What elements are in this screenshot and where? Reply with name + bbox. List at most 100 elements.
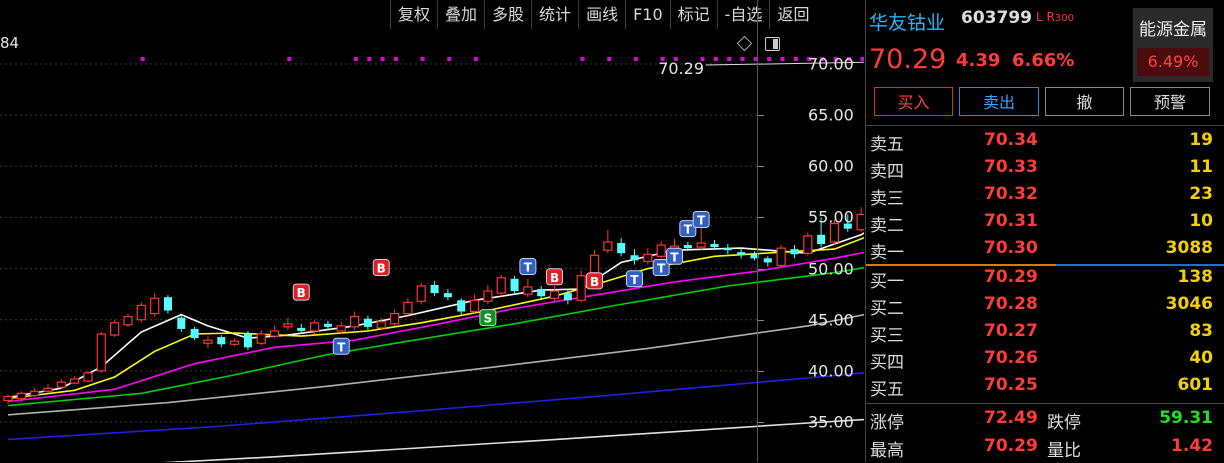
candle-body: [376, 321, 386, 329]
ask-row-5[interactable]: 卖五 70.34 19: [866, 130, 1224, 157]
bid-price: 70.26: [984, 348, 1038, 368]
candle-body: [256, 333, 266, 344]
candle-body: [389, 312, 400, 325]
ask-label: 卖一: [870, 243, 904, 263]
bid-label: 买五: [870, 380, 904, 400]
overlay-button[interactable]: 叠加: [437, 0, 484, 29]
signal-marker-label: T: [524, 261, 533, 275]
ask-volume: 10: [1189, 211, 1213, 231]
signal-marker-label: T: [684, 223, 693, 237]
candle-body: [43, 387, 53, 392]
ask-volume: 11: [1189, 157, 1213, 177]
sell-button[interactable]: 卖出: [959, 87, 1039, 116]
last-price: 70.29: [869, 44, 947, 75]
candle-body: [56, 381, 66, 388]
candle-body: [177, 317, 186, 329]
candle-body: [83, 372, 93, 382]
signal-dot: [140, 57, 145, 61]
candle-body: [217, 337, 226, 345]
candle-body: [110, 322, 120, 336]
candle-body: [416, 285, 426, 302]
mark-button[interactable]: 标记: [669, 0, 717, 29]
candle-body: [403, 301, 413, 315]
kline-chart[interactable]: BBBBSSTTTTTTTT70.29: [0, 0, 864, 462]
bid-row-4[interactable]: 买四 70.26 40: [866, 348, 1224, 375]
candle-body: [430, 284, 439, 294]
signal-dot: [740, 57, 745, 61]
candle-body: [549, 290, 560, 299]
signal-marker-label: B: [550, 271, 559, 285]
signal-dot: [353, 57, 358, 61]
candle-body: [297, 327, 306, 331]
multi-stock-button[interactable]: 多股: [484, 0, 531, 29]
price-axis-label: 40.00: [808, 361, 854, 381]
candle-body: [323, 323, 332, 327]
restore-rights-button[interactable]: 复权: [390, 0, 437, 29]
ask-price: 70.34: [984, 130, 1038, 150]
buy-button[interactable]: 买入: [874, 87, 953, 116]
candle-body: [203, 339, 213, 344]
bid-price: 70.25: [984, 375, 1038, 395]
ask-volume: 19: [1189, 130, 1213, 150]
bid-volume: 3046: [1165, 294, 1213, 314]
ma-line-ma60: [7, 313, 864, 416]
price-axis-tick: [758, 422, 764, 423]
candle-body: [443, 293, 452, 298]
price-axis-tick: [758, 217, 764, 219]
candle-body: [16, 392, 26, 400]
price-axis-label: 70.00: [808, 54, 854, 74]
alert-button[interactable]: 预警: [1130, 87, 1210, 116]
signal-marker-label: S: [484, 312, 493, 326]
last-price-annotation: 70.29: [658, 59, 704, 78]
price-axis-label: 55.00: [808, 207, 854, 227]
candle-body: [563, 293, 572, 301]
candle-body: [630, 255, 639, 261]
bid-row-2[interactable]: 买二 70.28 3046: [866, 294, 1224, 321]
candle-body: [3, 395, 13, 402]
kline-chart-area[interactable]: BBBBSSTTTTTTTT70.29 84 复权 叠加 多股 统计 画线 F1…: [0, 0, 864, 462]
candle-body: [483, 290, 493, 302]
sector-box[interactable]: 能源金属 6.49%: [1133, 8, 1213, 82]
candle-body: [309, 322, 320, 332]
candle-body: [190, 328, 199, 339]
high-value: 70.29: [984, 436, 1038, 456]
ask-row-3[interactable]: 卖三 70.32 23: [866, 184, 1224, 211]
candle-body: [243, 334, 252, 348]
ask-row-2[interactable]: 卖二 70.31 10: [866, 211, 1224, 238]
bid-row-5[interactable]: 买五 70.25 601: [866, 375, 1224, 402]
cancel-order-button[interactable]: 撤: [1045, 87, 1124, 116]
price-axis-label: 45.00: [808, 310, 854, 330]
price-axis-tick: [758, 64, 764, 65]
ask-volume: 3088: [1165, 238, 1213, 258]
ask-label: 卖二: [870, 216, 904, 236]
high-label: 最高: [870, 441, 904, 461]
bid-label: 买四: [870, 353, 904, 373]
candle-body: [283, 323, 293, 328]
ask-volume: 23: [1189, 184, 1213, 204]
candle-body: [737, 252, 746, 256]
price-change: 4.39: [956, 50, 1001, 71]
price-axis-tick: [758, 166, 764, 168]
candle-body: [523, 286, 533, 295]
ask-row-4[interactable]: 卖四 70.33 11: [866, 157, 1224, 184]
spread-divider-left: [866, 264, 1056, 266]
limit-down-label: 跌停: [1047, 413, 1081, 433]
ask-row-1[interactable]: 卖一 70.30 3088: [866, 238, 1224, 265]
bid-volume: 138: [1177, 267, 1214, 287]
draw-line-button[interactable]: 画线: [578, 0, 625, 29]
candle-body: [710, 244, 719, 248]
ask-price: 70.31: [984, 211, 1038, 231]
flag-r: R: [1046, 10, 1055, 24]
flag-l: L: [1036, 10, 1043, 24]
bid-volume: 601: [1177, 375, 1214, 395]
chart-toolbar: 复权 叠加 多股 统计 画线 F10 标记 -自选 返回: [390, 0, 816, 29]
bid-row-1[interactable]: 买一 70.29 138: [866, 267, 1224, 294]
limit-down-value: 59.31: [1159, 408, 1213, 428]
price-axis-label: 60.00: [808, 156, 854, 176]
price-axis: 70.00 65.00 60.00 55.00 50.00 45.00 40.00 35.00: [757, 0, 864, 462]
statistics-button[interactable]: 统计: [531, 0, 578, 29]
price-axis-tick: [758, 115, 764, 117]
high-row: 最高 70.29 量比 1.42: [866, 436, 1224, 463]
f10-button[interactable]: F10: [625, 0, 670, 29]
bid-row-3[interactable]: 买三 70.27 83: [866, 321, 1224, 348]
